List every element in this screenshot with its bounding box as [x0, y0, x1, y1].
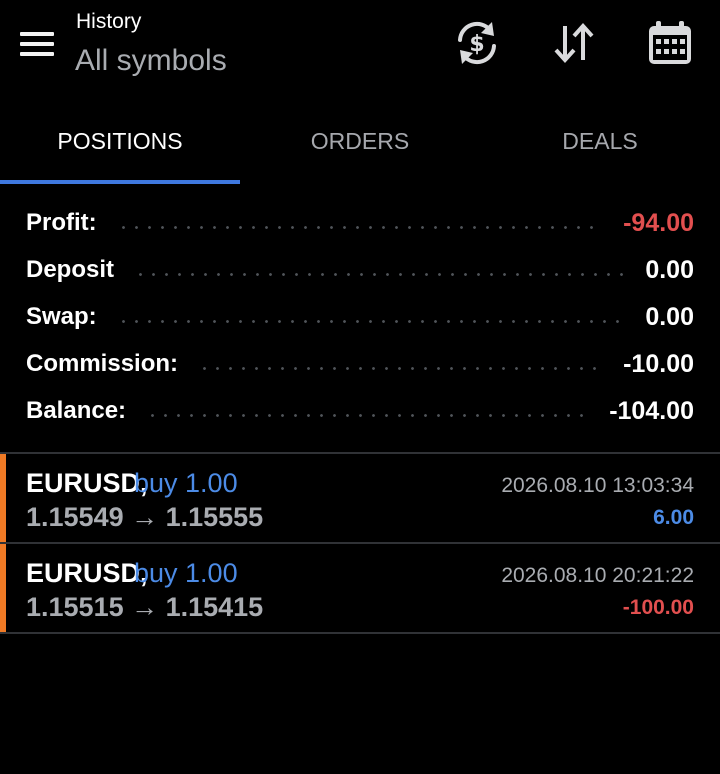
- summary-label: Deposit: [26, 256, 115, 283]
- menu-icon[interactable]: [14, 22, 60, 66]
- summary-label: Profit:: [26, 209, 97, 236]
- symbol-filter[interactable]: All symbols: [75, 44, 227, 78]
- summary-row-profit: Profit: -94.00: [26, 203, 694, 243]
- active-tab-indicator: [0, 180, 240, 184]
- tab-positions[interactable]: POSITIONS: [0, 100, 240, 185]
- app-header: History All symbols $: [0, 0, 720, 100]
- position-marker: [0, 454, 6, 542]
- deal-time: 2026.08.10 20:21:22: [501, 564, 694, 587]
- dotted-leader: [146, 413, 590, 417]
- list-item[interactable]: EURUSD, buy 1.00 1.15515 → 1.15415 2026.…: [0, 544, 720, 632]
- deal-symbol: EURUSD,: [26, 558, 148, 588]
- summary-value: 0.00: [645, 302, 694, 331]
- dotted-leader: [116, 225, 604, 229]
- deal-symbol: EURUSD,: [26, 468, 148, 498]
- summary-row-swap: Swap: 0.00: [26, 297, 694, 337]
- calendar-icon[interactable]: [643, 16, 697, 70]
- svg-text:$: $: [469, 32, 484, 57]
- summary-row-deposit: Deposit 0.00: [26, 250, 694, 290]
- tab-deals[interactable]: DEALS: [480, 100, 720, 185]
- deal-prices: 1.15549 → 1.15555: [26, 502, 264, 532]
- deal-profit: 6.00: [653, 506, 694, 529]
- dotted-leader: [134, 272, 626, 276]
- deal-time: 2026.08.10 13:03:34: [501, 474, 694, 497]
- sort-icon[interactable]: [547, 16, 601, 70]
- summary-value: -104.00: [609, 396, 694, 425]
- summary-row-balance: Balance: -104.00: [26, 391, 694, 431]
- summary-value: 0.00: [645, 255, 694, 284]
- dotted-leader: [116, 319, 626, 323]
- tab-orders[interactable]: ORDERS: [240, 100, 480, 185]
- summary-label: Commission:: [26, 350, 179, 377]
- summary-value: -94.00: [623, 208, 694, 237]
- deal-type: buy 1.00: [134, 468, 238, 498]
- position-marker: [0, 544, 6, 632]
- list-item[interactable]: EURUSD, buy 1.00 1.15549 → 1.15555 2026.…: [0, 454, 720, 542]
- summary-value: -10.00: [623, 349, 694, 378]
- deal-prices: 1.15515 → 1.15415: [26, 592, 264, 622]
- currency-refresh-icon[interactable]: $: [450, 16, 504, 70]
- summary-row-commission: Commission: -10.00: [26, 344, 694, 384]
- deal-profit: -100.00: [622, 596, 694, 619]
- history-screen: History All symbols $ POSITIONS ORDERS D…: [0, 0, 720, 774]
- page-title: History: [76, 10, 142, 33]
- list-divider: [0, 632, 720, 634]
- dotted-leader: [198, 366, 604, 370]
- deal-type: buy 1.00: [134, 558, 238, 588]
- summary-label: Swap:: [26, 303, 97, 330]
- summary-label: Balance:: [26, 397, 127, 424]
- tab-bar: POSITIONS ORDERS DEALS: [0, 100, 720, 185]
